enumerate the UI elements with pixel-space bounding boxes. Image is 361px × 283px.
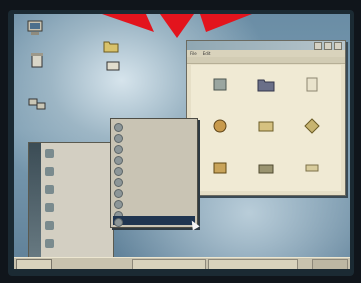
submenu-item-selected[interactable] [113, 216, 195, 227]
start-menu-item[interactable] [43, 183, 109, 197]
document-icon[interactable] [301, 73, 323, 95]
submenu-item[interactable] [113, 165, 195, 176]
start-menu-item[interactable] [43, 201, 109, 215]
menu-file[interactable]: File [190, 50, 197, 57]
program-group-icon [114, 145, 123, 154]
recycle-bin-icon [31, 53, 43, 68]
program-group-icon [114, 156, 123, 165]
program-group-icon [114, 167, 123, 176]
taskbar-button[interactable] [132, 259, 206, 269]
drive-icon[interactable] [301, 157, 323, 179]
program-icon [114, 218, 123, 227]
desktop-icon-my-computer[interactable] [20, 20, 50, 38]
desktop-icon-folder[interactable] [96, 38, 126, 56]
window-toolbar [187, 57, 345, 64]
file-icon[interactable] [209, 73, 231, 95]
desktop-icon-recycle-bin[interactable] [22, 52, 52, 70]
my-computer-icon [27, 20, 43, 35]
program-group-icon [114, 134, 123, 143]
find-icon [45, 203, 54, 212]
system-tray [312, 259, 348, 269]
program-icon[interactable] [255, 115, 277, 137]
start-menu-item[interactable] [43, 219, 109, 233]
printer-icon[interactable] [255, 157, 277, 179]
desktop-icon-network[interactable] [22, 96, 52, 114]
taskbar [14, 257, 350, 269]
submenu-item[interactable] [113, 187, 195, 198]
window-titlebar[interactable] [187, 41, 345, 50]
taskbar-button[interactable] [208, 259, 298, 269]
settings-icon[interactable] [209, 115, 231, 137]
desktop-icon-shortcut[interactable] [98, 58, 128, 76]
help-icon [45, 221, 54, 230]
start-menu-item[interactable] [43, 165, 109, 179]
window-menubar: File Edit [187, 50, 345, 57]
network-icon [28, 98, 46, 110]
close-button[interactable] [334, 42, 342, 50]
start-menu [28, 142, 114, 269]
start-menu-item[interactable] [43, 147, 109, 161]
tool-icon[interactable] [209, 157, 231, 179]
red-arrow-right [200, 14, 252, 32]
red-arrow-center [160, 14, 194, 38]
red-arrow-left [102, 14, 154, 32]
maximize-button[interactable] [324, 42, 332, 50]
program-icon [114, 189, 123, 198]
submenu-item[interactable] [113, 176, 195, 187]
start-menu-banner [29, 143, 41, 269]
window-content [191, 65, 341, 191]
shortcut-icon [106, 61, 120, 71]
programs-submenu [110, 118, 198, 228]
desktop: File Edit [14, 14, 350, 269]
submenu-item[interactable] [113, 198, 195, 209]
monitor-screen: File Edit [8, 10, 354, 276]
submenu-item[interactable] [113, 143, 195, 154]
program-icon [114, 178, 123, 187]
submenu-item[interactable] [113, 132, 195, 143]
program-group-icon [114, 123, 123, 132]
start-button[interactable] [16, 259, 52, 269]
submenu-item[interactable] [113, 121, 195, 132]
settings-icon [45, 185, 54, 194]
folder-icon[interactable] [255, 73, 277, 95]
start-menu-item[interactable] [43, 237, 109, 251]
explorer-window[interactable]: File Edit [186, 40, 346, 196]
folder-icon [103, 41, 119, 53]
submenu-item[interactable] [113, 154, 195, 165]
menu-edit[interactable]: Edit [203, 50, 211, 57]
program-icon [45, 149, 54, 158]
shortcut-icon[interactable] [301, 115, 323, 137]
run-icon [45, 239, 54, 248]
red-arrows-decoration [102, 14, 252, 38]
minimize-button[interactable] [314, 42, 322, 50]
program-icon [114, 200, 123, 209]
document-icon [45, 167, 54, 176]
